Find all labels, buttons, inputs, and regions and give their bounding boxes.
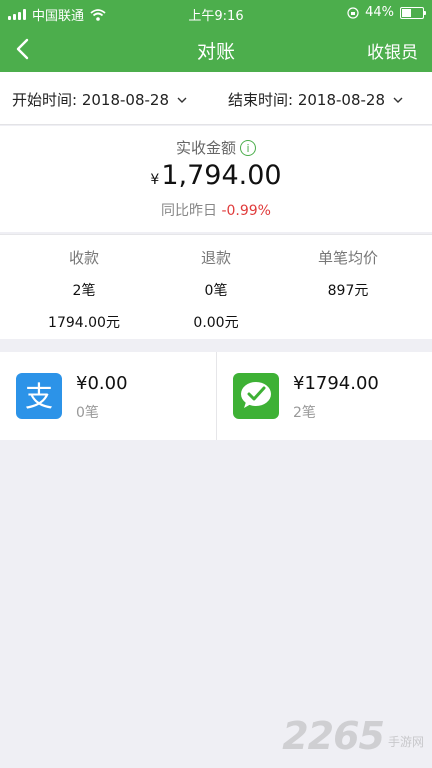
alipay-count: 0笔 <box>76 405 99 421</box>
cashier-button[interactable]: 收银员 <box>367 38 418 63</box>
stat-refunds: 退款 0笔 0.00元 <box>162 247 270 332</box>
chevron-down-icon <box>177 97 187 103</box>
day-over-day: 同比昨日 -0.99% <box>0 200 432 220</box>
received-amount-heading: 实收金额 i <box>0 137 432 158</box>
stat-collections: 收款 2笔 1794.00元 <box>30 247 138 332</box>
alipay-icon: 支 <box>16 373 62 419</box>
start-date-selector[interactable]: 开始时间: 2018-08-28 <box>12 89 187 110</box>
chevron-down-icon <box>393 97 403 103</box>
nav-bar: 对账 收银员 <box>0 26 432 72</box>
end-date-selector[interactable]: 结束时间: 2018-08-28 <box>228 89 403 110</box>
watermark-text: 手游网 <box>387 735 424 749</box>
stat-amount: 0.00元 <box>193 315 239 331</box>
watermark-number: 2265 <box>282 714 385 758</box>
battery-icon <box>400 6 426 19</box>
stat-count: 0笔 <box>204 283 228 299</box>
compare-value: -0.99% <box>221 203 271 219</box>
alipay-glyph: 支 <box>25 380 53 413</box>
battery-percent: 44% <box>365 5 394 20</box>
payment-methods: 支 ¥0.00 0笔 ¥1794.00 2笔 <box>0 352 432 440</box>
status-bar: 中国联通 上午9:16 44% <box>0 0 432 26</box>
status-right: 44% <box>347 5 426 20</box>
wechat-pay-amount: ¥1794.00 <box>293 373 379 394</box>
summary-card: 实收金额 i ¥1,794.00 同比昨日 -0.99% <box>0 126 432 232</box>
stat-count: 897元 <box>327 283 369 299</box>
watermark: 2265 手游网 <box>282 714 424 758</box>
wechat-pay-icon <box>233 373 279 419</box>
stat-average: 单笔均价 897元 <box>294 247 402 312</box>
received-amount: ¥1,794.00 <box>0 160 432 191</box>
end-date-label: 结束时间: 2018-08-28 <box>228 91 385 109</box>
stat-header: 退款 <box>200 249 231 267</box>
wechat-pay-card[interactable]: ¥1794.00 2笔 <box>217 352 432 440</box>
orientation-lock-icon <box>347 6 359 19</box>
received-amount-label: 实收金额 <box>175 139 236 157</box>
stat-header: 单笔均价 <box>317 249 378 267</box>
stats-panel: 收款 2笔 1794.00元 退款 0笔 0.00元 单笔均价 897元 <box>0 234 432 339</box>
compare-label: 同比昨日 <box>161 203 217 219</box>
received-amount-value: 1,794.00 <box>161 160 282 191</box>
alipay-amount: ¥0.00 <box>76 373 128 394</box>
info-icon[interactable]: i <box>240 139 256 156</box>
wechat-pay-count: 2笔 <box>293 405 316 421</box>
stat-count: 2笔 <box>72 283 96 299</box>
alipay-card[interactable]: 支 ¥0.00 0笔 <box>0 352 216 440</box>
stat-header: 收款 <box>68 249 99 267</box>
stat-amount: 1794.00元 <box>48 315 120 331</box>
currency-symbol: ¥ <box>150 172 160 188</box>
date-filter-row: 开始时间: 2018-08-28 结束时间: 2018-08-28 <box>0 72 432 125</box>
start-date-label: 开始时间: 2018-08-28 <box>12 91 169 109</box>
